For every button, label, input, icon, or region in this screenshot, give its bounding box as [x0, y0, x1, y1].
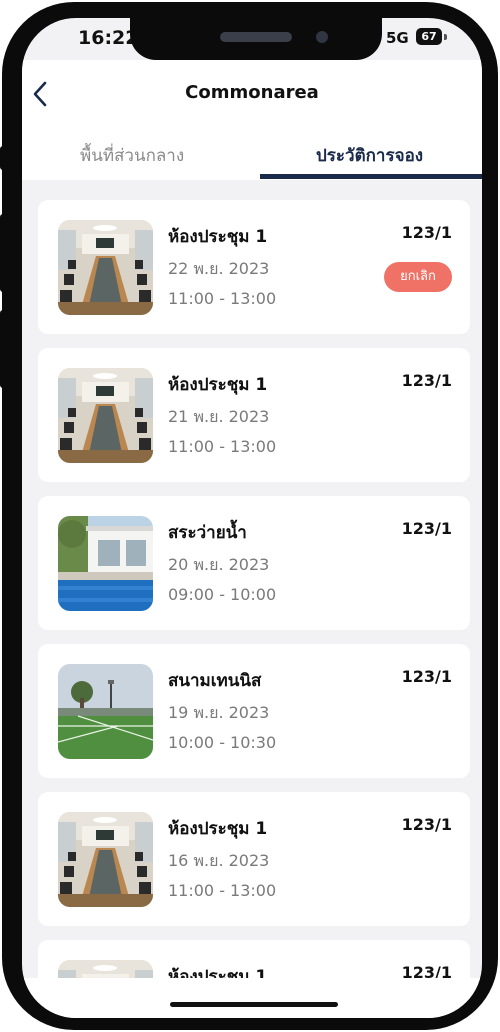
unit-number: 123/1: [401, 963, 452, 978]
booking-date: 19 พ.ย. 2023: [168, 703, 270, 722]
phone-frame: 16:22 5G 67 Commonarea พื้นที่ส่วนกลาง ป…: [2, 2, 498, 1030]
tab-booking-history[interactable]: ประวัติการจอง: [316, 142, 423, 169]
network-indicator: 5G: [386, 29, 409, 47]
front-camera: [316, 31, 328, 43]
mute-switch: [0, 146, 10, 170]
volume-down-button: [0, 310, 10, 388]
header: Commonarea พื้นที่ส่วนกลาง ประวัติการจอง: [22, 60, 482, 180]
booking-time: 11:00 - 13:00: [168, 289, 277, 308]
booking-time: 10:00 - 10:30: [168, 733, 277, 752]
booking-date: 22 พ.ย. 2023: [168, 259, 270, 278]
active-tab-indicator: [260, 174, 482, 179]
tab-common-area[interactable]: พื้นที่ส่วนกลาง: [80, 142, 184, 169]
battery-icon: 67: [416, 28, 442, 45]
speaker: [220, 32, 292, 42]
battery-tip: [444, 34, 447, 40]
booking-title: สนามเทนนิส: [168, 671, 262, 691]
booking-title: ห้องประชุม 1: [168, 819, 268, 839]
booking-time: 11:00 - 13:00: [168, 437, 277, 456]
unit-number: 123/1: [401, 667, 452, 686]
meeting-room-image: [58, 220, 153, 315]
tennis-court-image: [58, 664, 153, 759]
meeting-room-image: [58, 368, 153, 463]
booking-card[interactable]: ห้องประชุม 1 22 พ.ย. 2023 11:00 - 13:00 …: [38, 200, 470, 334]
meeting-room-image: [58, 812, 153, 907]
booking-date: 16 พ.ย. 2023: [168, 851, 270, 870]
booking-title: สระว่ายน้ำ: [168, 523, 247, 543]
booking-card[interactable]: สนามเทนนิส 19 พ.ย. 2023 10:00 - 10:30 12…: [38, 644, 470, 778]
booking-title: ห้องประชุม 1: [168, 375, 268, 395]
booking-card[interactable]: ห้องประชุม 1 21 พ.ย. 2023 11:00 - 13:00 …: [38, 348, 470, 482]
page-title: Commonarea: [185, 82, 319, 103]
home-indicator[interactable]: [170, 1002, 338, 1007]
booking-card[interactable]: ห้องประชุม 1 123/1: [38, 940, 470, 978]
booking-time: 09:00 - 10:00: [168, 585, 277, 604]
cancel-button[interactable]: ยกเลิก: [384, 262, 452, 292]
booking-title: ห้องประชุม 1: [168, 967, 268, 978]
volume-up-button: [0, 214, 10, 292]
unit-number: 123/1: [401, 815, 452, 834]
unit-number: 123/1: [401, 371, 452, 390]
booking-title: ห้องประชุม 1: [168, 227, 268, 247]
booking-date: 21 พ.ย. 2023: [168, 407, 270, 426]
app-screen: 16:22 5G 67 Commonarea พื้นที่ส่วนกลาง ป…: [22, 18, 482, 1018]
booking-card[interactable]: สระว่ายน้ำ 20 พ.ย. 2023 09:00 - 10:00 12…: [38, 496, 470, 630]
meeting-room-image: [58, 960, 153, 978]
booking-time: 11:00 - 13:00: [168, 881, 277, 900]
notch: [130, 18, 382, 60]
booking-card[interactable]: ห้องประชุม 1 16 พ.ย. 2023 11:00 - 13:00 …: [38, 792, 470, 926]
booking-date: 20 พ.ย. 2023: [168, 555, 270, 574]
booking-list: ห้องประชุม 1 22 พ.ย. 2023 11:00 - 13:00 …: [22, 180, 482, 978]
unit-number: 123/1: [401, 519, 452, 538]
bottom-bar: [22, 978, 482, 1018]
swimming-pool-image: [58, 516, 153, 611]
unit-number: 123/1: [401, 223, 452, 242]
